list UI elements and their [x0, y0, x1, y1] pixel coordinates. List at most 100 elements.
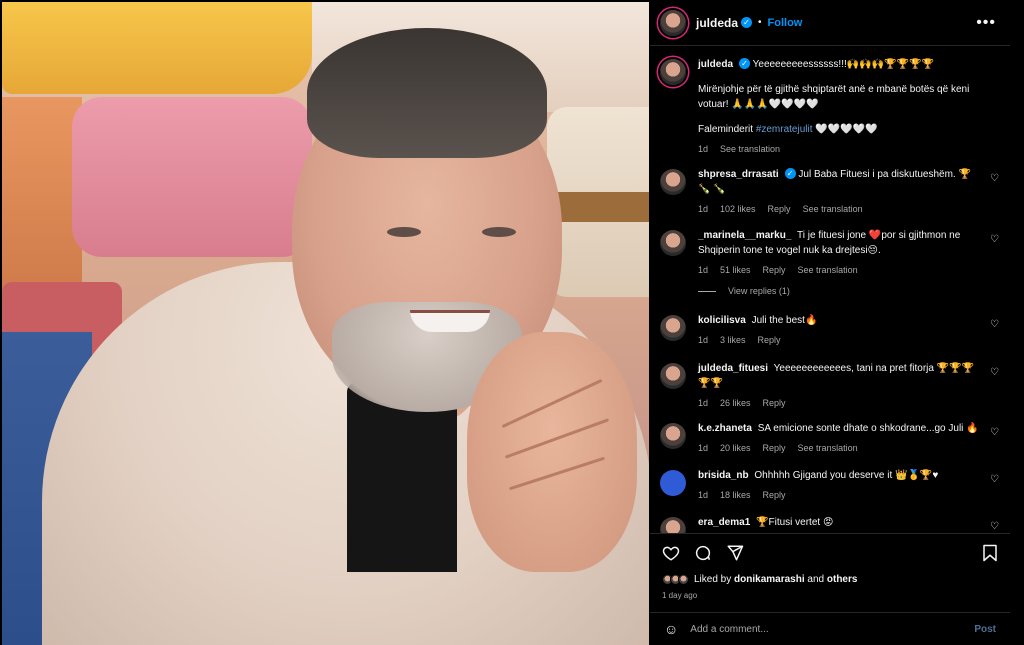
post-side-panel: juldeda ✓ • Follow ••• juldeda ✓ Yeeeeeee… — [650, 0, 1010, 645]
emoji-picker-icon[interactable]: ☺ — [664, 621, 678, 637]
comment-likes[interactable]: 51 likes — [720, 263, 751, 278]
view-replies-label: View replies (1) — [728, 286, 790, 296]
person-hair — [307, 28, 547, 158]
commenter-username[interactable]: shpresa_drrasati — [698, 169, 779, 180]
comment-likes[interactable]: 3 likes — [720, 333, 746, 348]
liked-by-others[interactable]: others — [827, 574, 858, 585]
comment-text: SA emicione sonte dhate o shkodrane...go… — [757, 423, 979, 434]
caption-line-3-text: Faleminderit — [698, 124, 756, 135]
caption-author-avatar[interactable] — [660, 59, 686, 85]
comment-reply-button[interactable]: Reply — [758, 333, 781, 348]
comment-see-translation[interactable]: See translation — [798, 441, 858, 456]
comment-text: 🏆Fitusi vertet 😡 — [756, 517, 834, 528]
caption-see-translation[interactable]: See translation — [720, 142, 780, 157]
comment-likes[interactable]: 20 likes — [720, 441, 751, 456]
commenter-avatar[interactable] — [660, 423, 686, 449]
finger-line — [508, 456, 606, 491]
liker-avatar — [678, 574, 689, 585]
caption-line-3-hearts: 🤍🤍🤍🤍🤍 — [812, 124, 878, 135]
comment-likes[interactable]: 18 likes — [720, 488, 751, 503]
commenter-avatar[interactable] — [660, 169, 686, 195]
commenter-avatar[interactable] — [660, 315, 686, 341]
like-comment-heart-icon[interactable]: ♡ — [990, 427, 999, 438]
comment-item: kolicilisva Juli the best🔥 1d 3 likes Re… — [660, 313, 1005, 348]
comment-time: 1d — [698, 204, 709, 214]
like-comment-heart-icon[interactable]: ♡ — [990, 234, 999, 245]
comment-see-translation[interactable]: See translation — [798, 263, 858, 278]
like-heart-icon[interactable] — [662, 544, 680, 562]
separator-dot: • — [758, 17, 762, 28]
caption-line-3: Faleminderit #zemratejulit 🤍🤍🤍🤍🤍 — [698, 122, 983, 137]
share-paper-plane-icon[interactable] — [726, 544, 744, 562]
like-comment-heart-icon[interactable]: ♡ — [990, 521, 999, 532]
page-scrollbar[interactable] — [1010, 0, 1024, 645]
more-options-icon[interactable]: ••• — [976, 14, 996, 32]
commenter-avatar[interactable] — [660, 230, 686, 256]
like-comment-heart-icon[interactable]: ♡ — [990, 367, 999, 378]
post-photo[interactable] — [2, 2, 649, 645]
comment-item: brisida_nb Ohhhhh Gjigand you deserve it… — [660, 468, 1005, 503]
post-comment-button[interactable]: Post — [974, 624, 996, 635]
liked-by-prefix: Liked by — [694, 574, 735, 585]
commenter-username[interactable]: era_dema1 — [698, 517, 750, 528]
caption-line-2: Mirënjohje për të gjithë shqiptarët anë … — [698, 84, 970, 110]
like-comment-heart-icon[interactable]: ♡ — [990, 474, 999, 485]
comment-reply-button[interactable]: Reply — [763, 396, 786, 411]
author-username[interactable]: juldeda — [696, 16, 738, 30]
commenter-username[interactable]: k.e.zhaneta — [698, 423, 752, 434]
comment-time: 1d — [698, 335, 709, 345]
liked-by-user[interactable]: donikamarashi — [734, 574, 805, 585]
post-header: juldeda ✓ • Follow ••• — [650, 0, 1010, 46]
commenter-avatar[interactable] — [660, 517, 686, 533]
background-orange-chair — [2, 97, 82, 297]
comment-text: Juli the best🔥 — [751, 315, 818, 326]
caption-username[interactable]: juldeda — [698, 59, 733, 70]
instagram-post-view: juldeda ✓ • Follow ••• juldeda ✓ Yeeeeeee… — [0, 0, 1024, 645]
liked-by-and: and — [804, 574, 827, 585]
comments-list[interactable]: juldeda ✓ Yeeeeeeeeessssss!!!🙌🙌🙌🏆🏆🏆🏆 Mirë… — [650, 47, 1010, 533]
comment-item: juldeda_fituesi Yeeeeeeeeeeees, tani na … — [660, 361, 1005, 411]
comment-likes[interactable]: 102 likes — [720, 202, 756, 217]
person-eye-left — [387, 227, 421, 237]
comment-likes[interactable]: 26 likes — [720, 396, 751, 411]
commenter-username[interactable]: brisida_nb — [698, 470, 749, 481]
comment-reply-button[interactable]: Reply — [763, 263, 786, 278]
commenter-username[interactable]: _marinela__marku_ — [698, 230, 791, 241]
comment-see-translation[interactable]: See translation — [803, 202, 863, 217]
comment-bubble-icon[interactable] — [694, 544, 712, 562]
commenter-avatar[interactable] — [660, 470, 686, 496]
commenter-username[interactable]: kolicilisva — [698, 315, 746, 326]
save-bookmark-icon[interactable] — [982, 544, 998, 562]
verified-badge-icon: ✓ — [784, 168, 796, 179]
background-pink-chair — [72, 97, 312, 257]
person-smile — [410, 310, 490, 332]
caption-line-1: Yeeeeeeeeessssss!!!🙌🙌🙌🏆🏆🏆🏆 — [752, 59, 934, 70]
commenter-avatar[interactable] — [660, 363, 686, 389]
finger-line — [501, 378, 603, 429]
liked-by: Liked by donikamarashi and others — [662, 574, 857, 585]
comment-item: shpresa_drrasati ✓ Jul Baba Fituesi i pa … — [660, 167, 1005, 217]
add-comment-bar: ☺ Add a comment... Post — [650, 612, 1010, 645]
comment-reply-button[interactable]: Reply — [768, 202, 791, 217]
comment-item: _marinela__marku_ Ti je fituesi jone ❤️p… — [660, 228, 1005, 278]
like-comment-heart-icon[interactable]: ♡ — [990, 319, 999, 330]
comment-time: 1d — [698, 490, 709, 500]
verified-badge-icon: ✓ — [739, 58, 751, 69]
commenter-username[interactable]: juldeda_fituesi — [698, 363, 768, 374]
view-replies-line — [698, 290, 716, 292]
hashtag-link[interactable]: #zemratejulit — [756, 124, 813, 135]
background-yellow-chair — [2, 2, 312, 94]
comment-reply-button[interactable]: Reply — [763, 488, 786, 503]
person-clasped-hands — [467, 332, 637, 572]
comment-text: Ohhhhh Gjigand you deserve it 👑🥇🏆♥ — [754, 470, 939, 481]
comment-item: k.e.zhaneta SA emicione sonte dhate o sh… — [660, 421, 1005, 456]
author-avatar[interactable] — [660, 9, 686, 36]
like-comment-heart-icon[interactable]: ♡ — [990, 173, 999, 184]
person-eye-right — [482, 227, 516, 237]
comment-time: 1d — [698, 265, 709, 275]
comment-reply-button[interactable]: Reply — [763, 441, 786, 456]
comment-input[interactable]: Add a comment... — [690, 624, 974, 635]
comment-item: era_dema1 🏆Fitusi vertet 😡 ♡ — [660, 515, 1005, 533]
view-replies-button[interactable]: View replies (1) — [698, 286, 790, 296]
follow-button[interactable]: Follow — [768, 17, 803, 29]
